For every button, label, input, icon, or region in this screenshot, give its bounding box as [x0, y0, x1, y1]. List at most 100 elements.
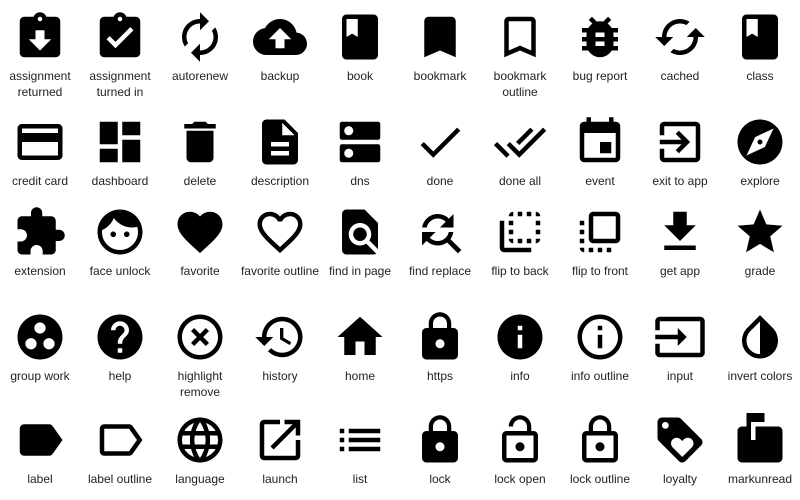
autorenew-icon — [182, 12, 218, 62]
icon-tile-flip-to-front[interactable]: flip to front — [560, 205, 640, 279]
icon-tile-credit-card[interactable]: credit card — [0, 115, 80, 189]
https-icon — [422, 312, 458, 360]
icon-tile-cached[interactable]: cached — [640, 10, 720, 84]
icon-tile-lock-outline[interactable]: lock outline — [560, 413, 640, 487]
icon-tile-favorite-outline[interactable]: favorite outline — [240, 205, 320, 279]
icon-label: done — [426, 174, 454, 188]
icon-tile-bookmark-outline[interactable]: bookmark outline — [480, 10, 560, 100]
icon-tile-lock[interactable]: lock — [400, 413, 480, 487]
launch-icon — [259, 419, 301, 461]
icon-tile-bookmark[interactable]: bookmark — [400, 10, 480, 84]
icon-tile-launch[interactable]: launch — [240, 413, 320, 487]
icon-tile-exit-to-app[interactable]: exit to app — [640, 115, 720, 189]
icon-tile-find-replace[interactable]: find replace — [400, 205, 480, 279]
icon-tile-done[interactable]: done — [400, 115, 480, 189]
icon-label: input — [666, 369, 694, 383]
icon-tile-backup[interactable]: backup — [240, 10, 320, 84]
icon-label: highlight remove — [177, 369, 223, 399]
icon-label: invert colors — [727, 369, 793, 383]
icon-label: dashboard — [91, 174, 149, 188]
icon-tile-markunread[interactable]: markunread — [720, 413, 800, 487]
lock-icon — [422, 415, 458, 463]
icon-tile-bug-report[interactable]: bug report — [560, 10, 640, 84]
icon-tile-lock-open[interactable]: lock open — [480, 413, 560, 487]
icon-label: info — [510, 369, 530, 383]
icon-label: event — [585, 174, 615, 188]
icon-tile-https[interactable]: https — [400, 310, 480, 384]
book-icon — [342, 14, 378, 60]
icon-label: list — [352, 472, 368, 486]
assignment-returned-icon — [19, 12, 61, 58]
icon-label: markunread — [727, 472, 793, 486]
icon-label: https — [426, 369, 453, 383]
lock-outline-icon — [582, 415, 618, 463]
icon-tile-find-in-page[interactable]: find in page — [320, 205, 400, 279]
icon-tile-label[interactable]: label — [0, 413, 80, 487]
icon-label: assignment returned — [9, 69, 71, 99]
icon-tile-done-all[interactable]: done all — [480, 115, 560, 189]
icon-label: explore — [740, 174, 780, 188]
icon-tile-assignment-returned[interactable]: assignment returned — [0, 10, 80, 100]
face-unlock-icon — [97, 209, 143, 255]
icon-tile-invert-colors[interactable]: invert colors — [720, 310, 800, 384]
icon-label: bookmark outline — [493, 69, 547, 99]
icon-label: find in page — [328, 264, 392, 278]
icon-label: flip to back — [491, 264, 549, 278]
icon-tile-description[interactable]: description — [240, 115, 320, 189]
icon-label: info outline — [570, 369, 630, 383]
icon-tile-grade[interactable]: grade — [720, 205, 800, 279]
icon-label: grade — [744, 264, 776, 278]
icon-tile-flip-to-back[interactable]: flip to back — [480, 205, 560, 279]
icon-label: description — [250, 174, 310, 188]
icon-tile-history[interactable]: history — [240, 310, 320, 384]
icon-tile-assignment-turned-in[interactable]: assignment turned in — [80, 10, 160, 100]
icon-tile-group-work[interactable]: group work — [0, 310, 80, 384]
icon-tile-autorenew[interactable]: autorenew — [160, 10, 240, 84]
icon-tile-list[interactable]: list — [320, 413, 400, 487]
icon-label: lock open — [494, 472, 546, 486]
assignment-turned-in-icon — [99, 12, 141, 58]
flip-to-back-icon — [499, 211, 541, 253]
delete-icon — [184, 121, 216, 163]
icon-tile-face-unlock[interactable]: face unlock — [80, 205, 160, 279]
icon-tile-dns[interactable]: dns — [320, 115, 400, 189]
icon-label: extension — [14, 264, 66, 278]
get-app-icon — [664, 211, 696, 250]
icon-label: book — [346, 69, 374, 83]
icon-tile-input[interactable]: input — [640, 310, 720, 384]
icon-tile-highlight-remove[interactable]: highlight remove — [160, 310, 240, 400]
icon-tile-extension[interactable]: extension — [0, 205, 80, 279]
icon-label: group work — [10, 369, 70, 383]
explore-icon — [737, 119, 783, 165]
icon-tile-book[interactable]: book — [320, 10, 400, 84]
icon-label: get app — [659, 264, 701, 278]
icon-tile-loyalty[interactable]: loyalty — [640, 413, 720, 487]
icon-tile-delete[interactable]: delete — [160, 115, 240, 189]
icon-label: delete — [183, 174, 217, 188]
icon-tile-event[interactable]: event — [560, 115, 640, 189]
icon-label: label outline — [87, 472, 153, 486]
highlight-remove-icon — [177, 314, 223, 360]
credit-card-icon — [17, 124, 63, 160]
invert-colors-icon — [742, 315, 778, 359]
history-icon — [255, 316, 303, 358]
icon-label: exit to app — [652, 174, 708, 188]
icon-tile-home[interactable]: home — [320, 310, 400, 384]
backup-icon — [253, 19, 307, 55]
favorite-icon — [177, 211, 223, 254]
icon-tile-favorite[interactable]: favorite — [160, 205, 240, 279]
icon-tile-help[interactable]: help — [80, 310, 160, 384]
icon-tile-label-outline[interactable]: label outline — [80, 413, 160, 487]
icon-tile-class[interactable]: class — [720, 10, 800, 84]
icon-label: find replace — [408, 264, 472, 278]
icon-tile-info[interactable]: info — [480, 310, 560, 384]
dns-icon — [339, 121, 381, 163]
icon-label: done all — [498, 174, 542, 188]
extension-icon — [17, 207, 65, 255]
event-icon — [579, 117, 621, 163]
icon-tile-info-outline[interactable]: info outline — [560, 310, 640, 384]
icon-tile-language[interactable]: language — [160, 413, 240, 487]
icon-tile-dashboard[interactable]: dashboard — [80, 115, 160, 189]
icon-tile-get-app[interactable]: get app — [640, 205, 720, 279]
icon-tile-explore[interactable]: explore — [720, 115, 800, 189]
